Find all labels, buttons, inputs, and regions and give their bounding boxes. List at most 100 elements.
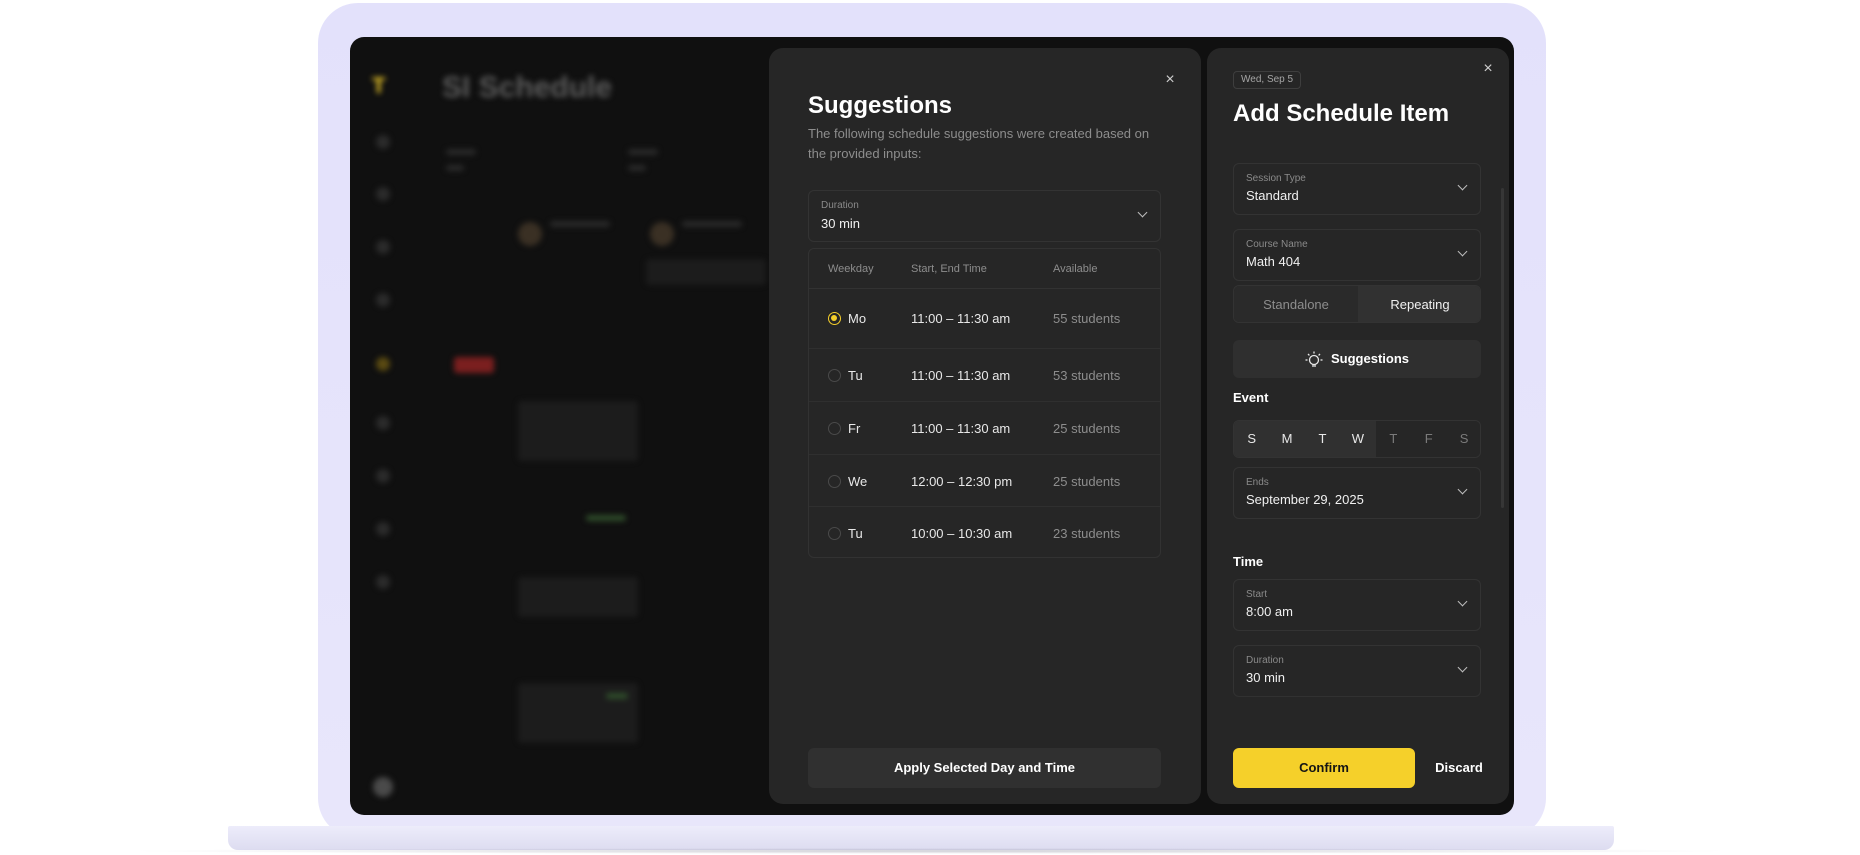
radio-selected[interactable] <box>828 312 841 325</box>
time-section-label: Time <box>1233 554 1264 569</box>
mode-toggle: Standalone Repeating <box>1233 285 1481 323</box>
bg-card <box>646 259 766 285</box>
radio[interactable] <box>828 527 841 540</box>
column-weekday: Weekday <box>828 263 874 275</box>
course-name-select[interactable]: Course Name Math 404 <box>1233 229 1481 281</box>
bg-status <box>586 515 626 521</box>
start-time-select[interactable]: Start 8:00 am <box>1233 579 1481 631</box>
weekday-saturday[interactable]: S <box>1446 421 1480 457</box>
ends-date-select[interactable]: Ends September 29, 2025 <box>1233 467 1481 519</box>
table-row[interactable]: Mo 11:00 – 11:30 am 55 students <box>809 289 1160 349</box>
chevron-down-icon <box>1457 596 1468 607</box>
bg-text <box>446 165 464 171</box>
bg-text <box>628 149 658 155</box>
laptop-screen: T SI Schedule × Suggestions The followin… <box>350 37 1514 815</box>
weekday-sunday[interactable]: S <box>1234 421 1270 457</box>
duration-value: 30 min <box>1246 670 1286 685</box>
laptop-shadow <box>120 848 1740 854</box>
row-available: 25 students <box>1053 421 1121 436</box>
bg-avatar <box>518 222 542 246</box>
row-available: 53 students <box>1053 368 1121 383</box>
duration-label: Duration <box>821 200 859 211</box>
row-day: Mo <box>848 311 867 326</box>
row-day: We <box>848 474 868 489</box>
start-value: 8:00 am <box>1246 604 1293 619</box>
table-row[interactable]: Fr 11:00 – 11:30 am 25 students <box>809 402 1160 455</box>
weekday-monday[interactable]: M <box>1269 421 1305 457</box>
bg-text <box>446 149 476 155</box>
confirm-button[interactable]: Confirm <box>1233 748 1415 788</box>
page-title: Add Schedule Item <box>1233 100 1450 127</box>
row-available: 23 students <box>1053 526 1121 541</box>
chevron-down-icon <box>1457 484 1468 495</box>
suggestions-panel: × Suggestions The following schedule sug… <box>769 48 1201 804</box>
session-type-value: Standard <box>1246 188 1299 203</box>
table-header: Weekday Start, End Time Available <box>809 249 1160 289</box>
weekday-thursday[interactable]: T <box>1375 421 1411 457</box>
app-logo: T <box>372 73 386 98</box>
discard-button[interactable]: Discard <box>1431 748 1487 788</box>
row-available: 25 students <box>1053 474 1121 489</box>
radio[interactable] <box>828 422 841 435</box>
column-available: Available <box>1053 263 1098 275</box>
row-time: 12:00 – 12:30 pm <box>911 474 1013 489</box>
bg-card <box>518 401 638 461</box>
lightbulb-icon <box>1305 351 1323 367</box>
date-badge: Wed, Sep 5 <box>1233 71 1302 89</box>
session-type-select[interactable]: Session Type Standard <box>1233 163 1481 215</box>
rail-icon <box>376 293 390 307</box>
table-row[interactable]: Tu 11:00 – 11:30 am 53 students <box>809 349 1160 402</box>
bg-avatar <box>650 222 674 246</box>
row-available: 55 students <box>1053 311 1121 326</box>
row-time: 11:00 – 11:30 am <box>911 311 1011 326</box>
radio[interactable] <box>828 475 841 488</box>
bg-text <box>628 165 646 171</box>
radio[interactable] <box>828 369 841 382</box>
bg-text <box>682 221 742 227</box>
rail-icon <box>376 416 390 430</box>
session-type-label: Session Type <box>1246 173 1306 184</box>
rail-icon <box>376 469 390 483</box>
ends-label: Ends <box>1246 477 1269 488</box>
apply-selected-button[interactable]: Apply Selected Day and Time <box>808 748 1161 788</box>
duration-select[interactable]: Duration 30 min <box>808 190 1161 242</box>
suggestions-button-label: Suggestions <box>1331 351 1410 366</box>
bg-card <box>518 683 638 743</box>
bg-status <box>606 693 628 699</box>
table-row[interactable]: We 12:00 – 12:30 pm 25 students <box>809 455 1160 507</box>
close-icon[interactable]: × <box>1160 70 1180 90</box>
background-page-title: SI Schedule <box>442 71 613 104</box>
course-name-label: Course Name <box>1246 239 1308 250</box>
course-name-value: Math 404 <box>1246 254 1301 269</box>
rail-icon <box>376 135 390 149</box>
chevron-down-icon <box>1137 207 1148 218</box>
background-app: T SI Schedule <box>350 37 770 815</box>
row-time: 11:00 – 11:30 am <box>911 368 1011 383</box>
row-day: Fr <box>848 421 861 436</box>
rail-icon <box>376 240 390 254</box>
row-time: 11:00 – 11:30 am <box>911 421 1011 436</box>
scrollbar[interactable] <box>1501 188 1504 508</box>
weekday-tuesday[interactable]: T <box>1304 421 1341 457</box>
rail-icon <box>376 187 390 201</box>
row-day: Tu <box>848 368 863 383</box>
add-schedule-panel: × Wed, Sep 5 Add Schedule Item Session T… <box>1207 48 1509 804</box>
weekday-wednesday[interactable]: W <box>1340 421 1376 457</box>
avatar <box>373 777 393 797</box>
suggestions-title: Suggestions <box>808 92 953 119</box>
row-time: 10:00 – 10:30 am <box>911 526 1013 541</box>
duration-label: Duration <box>1246 655 1284 666</box>
repeating-option[interactable]: Repeating <box>1358 286 1480 322</box>
table-row[interactable]: Tu 10:00 – 10:30 am 23 students <box>809 507 1160 558</box>
chevron-down-icon <box>1457 180 1468 191</box>
suggestions-button[interactable]: Suggestions <box>1233 340 1481 378</box>
scroll-fade <box>1207 688 1501 738</box>
close-icon[interactable]: × <box>1478 59 1498 79</box>
standalone-option[interactable]: Standalone <box>1234 286 1358 322</box>
suggestions-description: The following schedule suggestions were … <box>808 126 1150 161</box>
bg-text <box>550 221 610 227</box>
duration-value: 30 min <box>821 216 861 231</box>
weekday-friday[interactable]: F <box>1411 421 1447 457</box>
chevron-down-icon <box>1457 662 1468 673</box>
suggestions-table: Weekday Start, End Time Available Mo 11:… <box>808 248 1161 558</box>
